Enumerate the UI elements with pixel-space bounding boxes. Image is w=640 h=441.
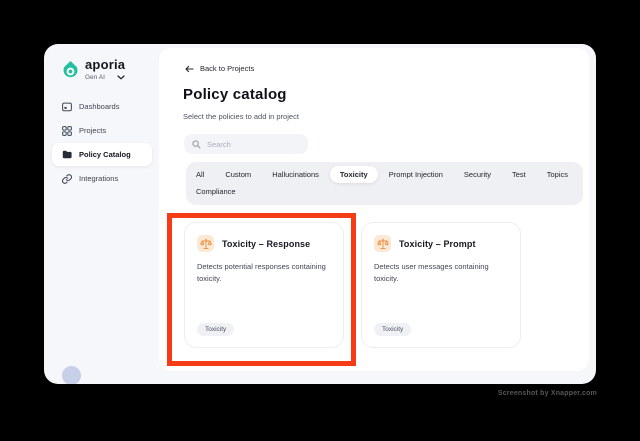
projects-icon — [62, 125, 72, 136]
tabs-row-2: Compliance — [186, 183, 583, 200]
highlight-annotation-rect — [167, 213, 356, 366]
card-header: Toxicity – Prompt — [362, 223, 520, 252]
card-tag-badge: Toxicity — [374, 323, 412, 336]
policy-card-toxicity-prompt[interactable]: Toxicity – Prompt Detects user messages … — [361, 222, 521, 348]
scales-icon — [374, 235, 391, 252]
tab-toxicity[interactable]: Toxicity — [329, 166, 378, 183]
tabs-row-1: All Custom Hallucinations Toxicity Promp… — [186, 166, 583, 183]
folder-icon — [62, 150, 72, 159]
tab-prompt-injection[interactable]: Prompt Injection — [379, 166, 453, 183]
search-icon — [192, 139, 201, 149]
back-link-label: Back to Projects — [200, 64, 255, 73]
card-title: Toxicity – Prompt — [399, 238, 476, 249]
chevron-down-icon[interactable] — [117, 75, 125, 80]
back-to-projects-link[interactable]: Back to Projects — [185, 64, 254, 73]
card-description: Detects user messages containing toxicit… — [374, 262, 489, 283]
brand: aporia Gen AI — [62, 58, 125, 81]
sidebar: aporia Gen AI Dashboards Projects Policy… — [44, 44, 159, 384]
sidebar-item-policy-catalog[interactable]: Policy Catalog — [52, 143, 152, 166]
brand-text: aporia Gen AI — [85, 58, 125, 81]
search-input[interactable] — [207, 139, 297, 149]
page-subtitle: Select the policies to add in project — [183, 112, 299, 121]
avatar[interactable] — [62, 366, 81, 384]
tab-test[interactable]: Test — [502, 166, 536, 183]
workspace-name: Gen AI — [85, 74, 105, 81]
dashboards-icon — [62, 102, 72, 112]
sidebar-item-label: Dashboards — [79, 102, 120, 111]
watermark-text: Screenshot by Xnapper.com — [497, 390, 597, 397]
tab-all[interactable]: All — [186, 166, 214, 183]
sidebar-item-integrations[interactable]: Integrations — [52, 167, 152, 190]
sidebar-item-label: Integrations — [79, 174, 119, 183]
tab-security[interactable]: Security — [454, 166, 501, 183]
tab-topics[interactable]: Topics — [537, 166, 578, 183]
sidebar-item-label: Policy Catalog — [79, 150, 131, 159]
category-tabsbar: All Custom Hallucinations Toxicity Promp… — [186, 162, 583, 205]
sidebar-item-projects[interactable]: Projects — [52, 119, 152, 142]
search-box[interactable] — [184, 134, 308, 154]
aporia-logo-icon — [62, 60, 79, 79]
sidebar-nav: Dashboards Projects Policy Catalog Integ… — [52, 95, 152, 191]
tab-compliance[interactable]: Compliance — [186, 183, 246, 200]
brand-name: aporia — [85, 57, 126, 72]
screenshot-stage: aporia Gen AI Dashboards Projects Policy… — [0, 0, 640, 441]
integrations-icon — [62, 173, 72, 184]
page-title: Policy catalog — [183, 86, 287, 103]
arrow-left-icon — [185, 65, 194, 73]
tab-custom[interactable]: Custom — [215, 166, 261, 183]
sidebar-item-dashboards[interactable]: Dashboards — [52, 95, 152, 118]
tab-hallucinations[interactable]: Hallucinations — [262, 166, 329, 183]
sidebar-item-label: Projects — [79, 126, 107, 135]
